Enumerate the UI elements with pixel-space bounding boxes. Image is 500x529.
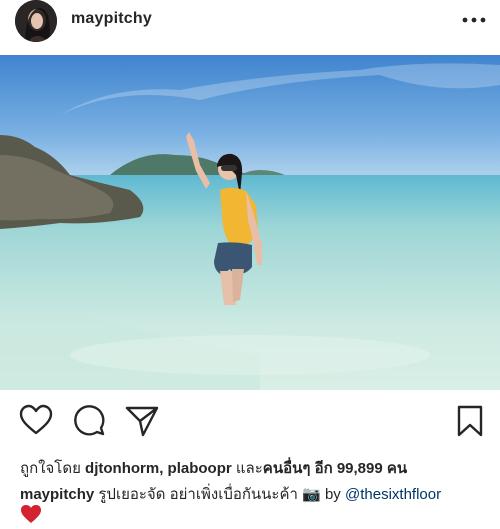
post-header: maypitchy [0,0,500,48]
heart-outline-icon[interactable] [16,400,56,440]
likes-summary: ถูกใจโดย djtonhorm, plaboopr และคนอื่นๆ … [20,456,407,480]
post-caption: maypitchy รูปเยอะจัด อย่าเพิ่งเบื่อกันนะ… [20,485,490,505]
caption-text: รูปเยอะจัด อย่าเพิ่งเบื่อกันนะค้า 📷 by [94,486,345,503]
avatar[interactable] [15,0,57,42]
more-horizontal-icon[interactable] [461,10,487,30]
beach-photo [0,55,500,390]
profile-photo [15,0,57,42]
bookmark-icon[interactable] [450,400,490,440]
liked-by-users[interactable]: djtonhorm, plaboopr [85,460,232,477]
caption-mention[interactable]: @thesixthfloor [345,486,441,503]
likes-prefix: ถูกใจโดย [20,460,86,477]
caption-username[interactable]: maypitchy [20,486,94,503]
paper-plane-icon[interactable] [122,400,162,440]
post-username[interactable]: maypitchy [71,10,152,28]
red-heart-emoji [20,504,42,524]
likes-others[interactable]: คนอื่นๆ อีก 99,899 คน [263,460,407,477]
comment-bubble-icon[interactable] [70,400,110,440]
post-photo[interactable] [0,55,500,390]
likes-middle: และ [231,460,263,477]
action-bar [0,400,500,444]
